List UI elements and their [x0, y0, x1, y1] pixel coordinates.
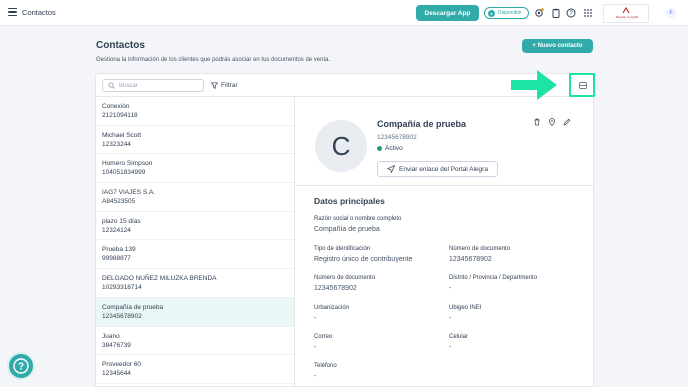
- district-value: -: [449, 285, 452, 292]
- filter-button[interactable]: Filtrar: [211, 82, 238, 89]
- logo-mark-icon: [622, 7, 630, 14]
- main-data-heading: Datos principales: [314, 196, 385, 206]
- contact-list-item[interactable]: Compañía de prueba 12345678902: [96, 297, 294, 327]
- district-label: Distrito / Provincia / Departmento: [449, 275, 538, 281]
- id-type-label: Tipo de identificación: [314, 246, 371, 252]
- new-contact-button[interactable]: + Nuevo contacto: [522, 39, 593, 53]
- contact-id: 12345678902: [377, 134, 417, 141]
- urbanization-label: Urbanización: [314, 305, 350, 311]
- business-name-label: Razón social o nombre completo: [314, 216, 402, 222]
- document-number-label: Número de documento: [449, 246, 511, 252]
- filter-label: Filtrar: [221, 82, 238, 89]
- document-number-value: 12345678902: [449, 256, 492, 263]
- contact-list-item-name: Conexión: [102, 103, 130, 110]
- contact-list-item-name: Proveedor 60: [102, 361, 142, 369]
- contact-list-item-name: plazo 15 días: [102, 217, 141, 225]
- contact-list-item[interactable]: Proveedor 60 12345644: [96, 355, 294, 384]
- email-label: Correo: [314, 334, 333, 340]
- contact-list-item-name: Homero Simpson: [102, 160, 153, 168]
- topbar-title: Contactos: [22, 8, 56, 17]
- contact-list-item-id: 12324124: [102, 226, 131, 234]
- contact-list-item-id: 38476739: [102, 341, 131, 349]
- business-name-value: Compañía de prueba: [314, 226, 380, 233]
- email-value: -: [314, 344, 317, 351]
- contact-list-item-id: 12345678902: [102, 312, 142, 320]
- search-icon: [108, 82, 115, 89]
- contact-detail: C Compañía de prueba 12345678902 Activo …: [296, 97, 594, 387]
- contact-list-item-id: 10293318714: [102, 284, 142, 292]
- search-input[interactable]: [119, 82, 199, 89]
- urbanization-value: -: [314, 315, 317, 322]
- send-icon: [387, 165, 396, 173]
- download-app-button[interactable]: Descargar App: [416, 5, 479, 21]
- mobile-value: -: [449, 344, 452, 351]
- contact-name: Compañía de prueba: [377, 119, 467, 129]
- location-icon[interactable]: [548, 118, 556, 126]
- page-subtitle: Gestiona la información de los clientes …: [96, 57, 331, 63]
- svg-text:?: ?: [18, 362, 24, 373]
- contact-list-item-name: Compañía de prueba: [102, 303, 164, 311]
- id-type-value: Registro único de contribuyente: [314, 256, 413, 263]
- company-logo[interactable]: Depinto Complar ———————: [603, 4, 649, 23]
- availability-label: Disponible: [498, 10, 522, 16]
- apps-grid-icon[interactable]: [583, 8, 593, 18]
- contact-list-item[interactable]: DELGADO NUÑEZ MILUZKA BRENDA 10293318714: [96, 269, 294, 298]
- contact-list-item-name: DELGADO NUÑEZ MILUZKA BRENDA: [102, 275, 217, 283]
- help-icon: ?: [13, 358, 29, 374]
- contacts-card: Filtrar Conexión2121094118Michael Scott1…: [95, 73, 595, 387]
- contact-list-item[interactable]: plazo 15 días 12324124: [96, 212, 294, 241]
- contact-list-item-id: 104051834999: [102, 169, 146, 177]
- page-title: Contactos: [96, 40, 145, 51]
- send-portal-link-label: Enviar enlace del Portal Alegra: [399, 165, 488, 173]
- contact-list-item-name: Prueba 139: [102, 246, 136, 254]
- contact-list-item[interactable]: Conexión 2121094118: [96, 97, 294, 126]
- status-badge: Activo: [377, 145, 403, 152]
- mobile-label: Celular: [449, 334, 469, 340]
- contact-list-item-name: IAG7 VIAJES S.A.: [102, 189, 156, 197]
- contact-list-item[interactable]: Homero Simpson 104051834999: [96, 154, 294, 184]
- search-box[interactable]: [102, 79, 204, 92]
- contact-list-item[interactable]: Michael Scott 12323244: [96, 126, 294, 155]
- contact-list-item[interactable]: Prueba 139 99988877: [96, 240, 294, 270]
- contact-actions: [533, 118, 571, 126]
- contact-list-item-id: 99988877: [102, 255, 131, 263]
- contact-list-item-id: 12345644: [102, 370, 131, 378]
- delete-icon[interactable]: [533, 118, 541, 126]
- clipboard-icon[interactable]: [551, 8, 561, 18]
- contact-list-item-id: 12323244: [102, 140, 131, 148]
- contact-list-item-name: Juano: [102, 332, 120, 340]
- status-label: Activo: [385, 145, 403, 152]
- annotation-highlight-box: [569, 73, 595, 97]
- document-number-2-value: 12345678902: [314, 285, 357, 292]
- ubigeo-label: Ubigeo INEI: [449, 305, 482, 311]
- user-avatar[interactable]: F: [666, 8, 676, 18]
- help-chat-button[interactable]: ?: [7, 352, 35, 380]
- contact-list-item-id: 2121094118: [102, 112, 138, 119]
- logo-underline: ———————: [619, 19, 635, 21]
- menu-icon[interactable]: [8, 8, 17, 16]
- contact-list-item-name: Michael Scott: [102, 131, 142, 139]
- availability-badge[interactable]: ● Disponible: [484, 7, 529, 19]
- contact-list-item-id: A84523505: [102, 198, 136, 206]
- contact-list-item[interactable]: Juano 38476739: [96, 327, 294, 356]
- document-number-2-label: Número de documento: [314, 275, 376, 281]
- edit-icon[interactable]: [563, 118, 571, 126]
- help-icon[interactable]: ?: [566, 8, 576, 18]
- contact-list-item[interactable]: IAG7 VIAJES S.A. A84523505: [96, 183, 294, 212]
- send-portal-link-button[interactable]: Enviar enlace del Portal Alegra: [377, 161, 498, 177]
- phone-label: Teléfono: [314, 363, 337, 369]
- status-dot-icon: [377, 146, 382, 151]
- annotation-arrow-icon: [511, 70, 557, 100]
- filter-icon: [211, 82, 218, 89]
- ubigeo-value: -: [449, 315, 452, 322]
- top-bar: Contactos Descargar App ● Disponible ? D…: [0, 0, 688, 26]
- contact-avatar: C: [315, 120, 367, 172]
- phone-value: -: [314, 373, 317, 380]
- settings-icon[interactable]: [534, 8, 544, 18]
- chat-icon: ●: [488, 9, 495, 17]
- contact-list: Conexión 2121094118 Michael Scott 12323244 H…: [96, 97, 295, 387]
- detail-divider: [296, 185, 594, 186]
